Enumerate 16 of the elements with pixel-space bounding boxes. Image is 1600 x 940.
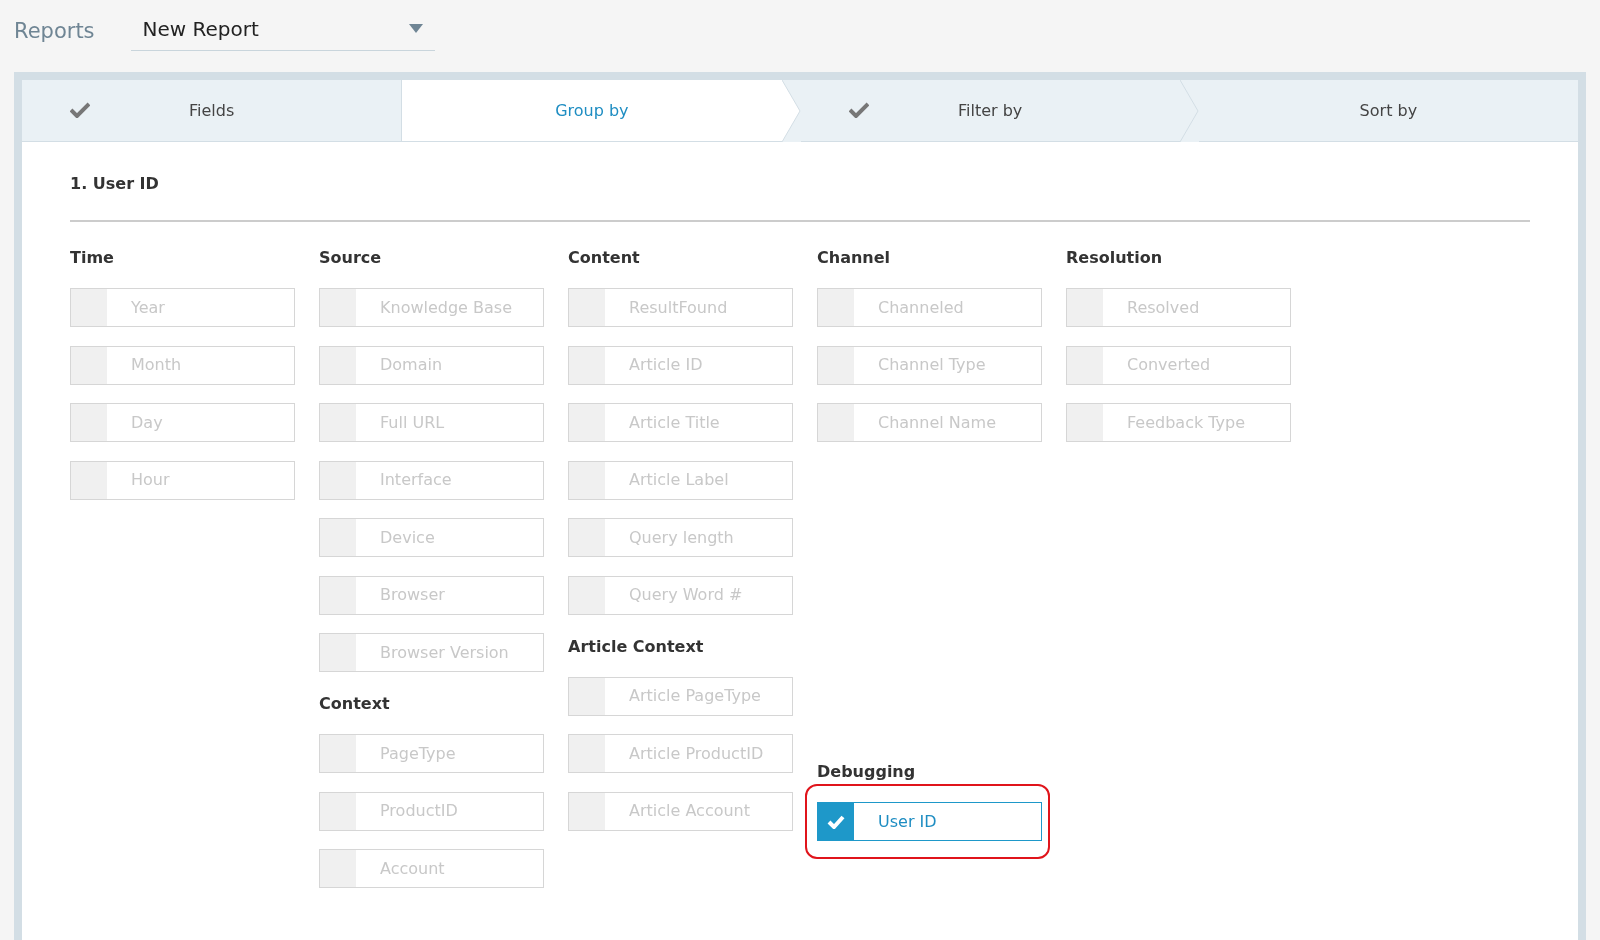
toggle-option[interactable]: User ID bbox=[817, 802, 1042, 841]
check-icon bbox=[70, 102, 90, 118]
check-icon bbox=[848, 102, 869, 118]
group-title: Article Context bbox=[568, 635, 705, 658]
report-dropdown[interactable]: New Report bbox=[130, 8, 435, 51]
group-title: Context bbox=[319, 693, 391, 715]
page-title: Reports bbox=[14, 18, 95, 45]
group-title: Channel bbox=[817, 247, 892, 269]
group-title: Content bbox=[568, 247, 641, 269]
group-title: Source bbox=[319, 247, 383, 269]
dropdown-caret-icon bbox=[408, 24, 423, 34]
check-icon bbox=[827, 814, 845, 829]
group-title: Resolution bbox=[1066, 247, 1164, 269]
group-title: Time bbox=[70, 247, 115, 269]
group-title: Debugging bbox=[817, 761, 917, 783]
selection-title: 1. User ID bbox=[70, 172, 1530, 222]
